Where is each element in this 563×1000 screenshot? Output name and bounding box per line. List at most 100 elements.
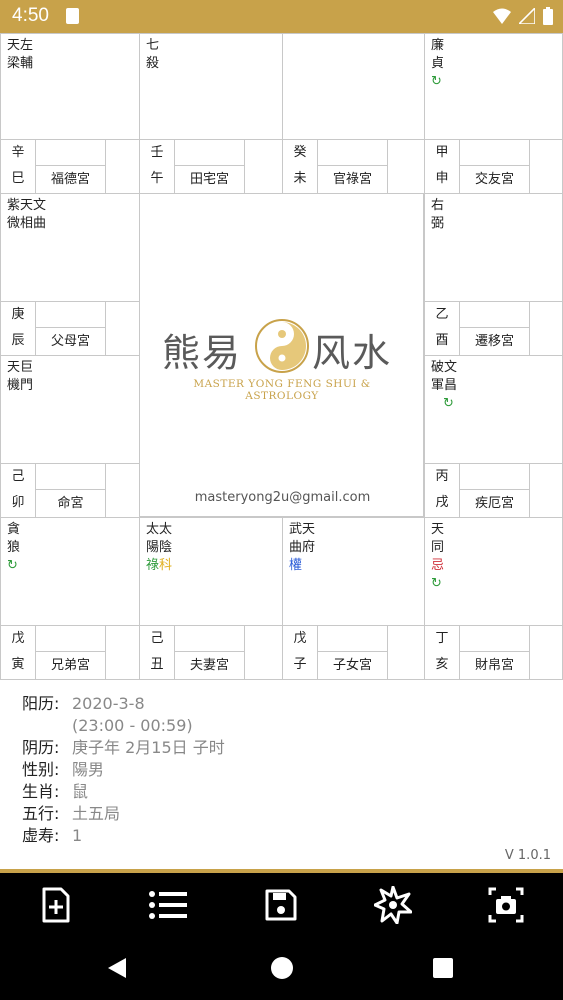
heavenly-stem: 戊	[293, 631, 307, 646]
stem-branch: 甲申	[425, 140, 460, 193]
earthly-branch: 亥	[435, 657, 449, 672]
refresh-icon[interactable]: ↻	[443, 396, 454, 411]
earthly-branch: 辰	[11, 333, 25, 348]
logo-text-left: 熊易	[162, 331, 243, 375]
signal-icon	[519, 8, 535, 24]
heavenly-stem: 癸	[293, 145, 307, 160]
palace-cell[interactable]: 七 殺壬午田宅宮	[139, 33, 283, 194]
refresh-icon[interactable]: ↻	[7, 558, 18, 573]
version-label: V 1.0.1	[504, 848, 551, 863]
info-value: 鼠	[72, 782, 89, 801]
info-value: 庚子年 2月15日 子时	[72, 738, 225, 757]
stem-branch: 丁亥	[425, 626, 460, 679]
palace-cell[interactable]: 天 同忌 ↻ 丁亥財帛宮	[424, 517, 563, 680]
info-label: 生肖:	[22, 782, 60, 801]
palace-footer: 辛巳福德宮	[1, 139, 139, 193]
palace-cell[interactable]: 癸未官祿宮	[282, 33, 425, 194]
palace-marks: 祿科	[146, 557, 172, 575]
palace-empty-slot	[36, 302, 106, 328]
screenshot-icon[interactable]	[486, 885, 526, 925]
logo-subtitle: MASTER YONG FENG SHUI & ASTROLOGY	[193, 378, 371, 402]
sd-card-icon	[66, 8, 79, 24]
palace-name: 夫妻宮	[175, 652, 245, 679]
palace-footer: 丁亥財帛宮	[425, 625, 562, 679]
contact-email[interactable]: masteryong2u@gmail.com	[140, 490, 425, 505]
info-value: 土五局	[72, 804, 121, 823]
palace-footer: 戊寅兄弟宮	[1, 625, 139, 679]
info-label	[22, 715, 72, 737]
palace-name: 財帛宮	[460, 652, 530, 679]
info-row: 阳历: 2020-3-8	[22, 693, 225, 715]
recents-icon[interactable]	[428, 953, 458, 983]
palace-empty-slot	[318, 626, 388, 652]
info-value: 1	[72, 826, 83, 845]
info-label: 性别:	[22, 760, 60, 779]
palace-name: 父母宮	[36, 328, 106, 355]
palace-marks: ↻	[443, 395, 454, 413]
transform-mark: 科	[159, 558, 173, 573]
chart-grid: 天左 梁輔辛巳福德宮七 殺壬午田宅宮癸未官祿宮廉 貞 ↻ 甲申交友宮 紫天文 微相曲庚…	[0, 33, 563, 680]
birth-info: 阳历: 2020-3-8 (23:00 - 00:59) 阴历: 庚子年 2月15日 子…	[22, 693, 225, 847]
star-burst-icon[interactable]	[373, 885, 413, 925]
palace-empty-slot	[460, 140, 530, 166]
heavenly-stem: 乙	[435, 307, 449, 322]
palace-cell[interactable]: 紫天文 微相曲庚辰父母宮	[0, 193, 140, 356]
palace-footer: 壬午田宅宮	[140, 139, 282, 193]
palace-empty-slot	[318, 140, 388, 166]
info-row: 性别: 陽男	[22, 759, 225, 781]
palace-name: 遷移宮	[460, 328, 530, 355]
earthly-branch: 巳	[11, 171, 25, 186]
refresh-icon[interactable]: ↻	[431, 74, 442, 89]
palace-name: 命宮	[36, 490, 106, 517]
stem-branch: 癸未	[283, 140, 318, 193]
palace-stars: 破文 軍昌	[431, 360, 458, 393]
transform-mark: 忌	[431, 558, 445, 573]
home-icon[interactable]	[267, 953, 297, 983]
palace-cell[interactable]: 天巨 機門己卯命宮	[0, 355, 140, 518]
palace-empty-slot	[36, 626, 106, 652]
palace-stars: 武天 曲府	[289, 522, 316, 555]
palace-stars: 右 弼	[431, 198, 445, 231]
yin-yang-logo-icon	[255, 319, 309, 373]
palace-footer: 庚辰父母宮	[1, 301, 139, 355]
info-value: (23:00 - 00:59)	[72, 716, 193, 735]
palace-name: 田宅宮	[175, 166, 245, 193]
palace-cell[interactable]: 廉 貞 ↻ 甲申交友宮	[424, 33, 563, 194]
palace-stars: 太太 陽陰	[146, 522, 173, 555]
palace-empty-slot	[460, 464, 530, 490]
palace-footer: 己丑夫妻宮	[140, 625, 282, 679]
palace-footer: 乙酉遷移宮	[425, 301, 562, 355]
palace-name: 子女宮	[318, 652, 388, 679]
palace-name: 兄弟宮	[36, 652, 106, 679]
palace-empty-slot	[36, 464, 106, 490]
info-row: (23:00 - 00:59)	[22, 715, 225, 737]
palace-marks: ↻	[431, 73, 442, 91]
palace-cell[interactable]: 太太 陽陰祿科己丑夫妻宮	[139, 517, 283, 680]
brand-logo: 熊易 风水 MASTER YONG FENG SHUI & ASTROLOGY	[162, 319, 402, 402]
new-file-icon[interactable]	[36, 885, 76, 925]
stem-branch: 乙酉	[425, 302, 460, 355]
heavenly-stem: 己	[11, 469, 25, 484]
palace-cell[interactable]: 天左 梁輔辛巳福德宮	[0, 33, 140, 194]
heavenly-stem: 甲	[435, 145, 449, 160]
stem-branch: 己卯	[1, 464, 36, 517]
back-icon[interactable]	[102, 953, 132, 983]
info-value: 陽男	[72, 760, 105, 779]
save-icon[interactable]	[261, 885, 301, 925]
palace-name: 交友宮	[460, 166, 530, 193]
list-icon[interactable]	[148, 885, 188, 925]
heavenly-stem: 戊	[11, 631, 25, 646]
refresh-icon[interactable]: ↻	[431, 575, 444, 593]
heavenly-stem: 丙	[435, 469, 449, 484]
palace-cell[interactable]: 貪 狼 ↻ 戊寅兄弟宮	[0, 517, 140, 680]
palace-cell[interactable]: 右 弼乙酉遷移宮	[424, 193, 563, 356]
status-time: 4:50	[12, 5, 49, 26]
palace-cell[interactable]: 武天 曲府權戊子子女宮	[282, 517, 425, 680]
earthly-branch: 未	[293, 171, 307, 186]
palace-name: 官祿宮	[318, 166, 388, 193]
bottom-toolbar	[0, 869, 563, 935]
palace-stars: 天 同	[431, 522, 445, 555]
palace-cell[interactable]: 破文 軍昌 ↻ 丙戌疾厄宮	[424, 355, 563, 518]
transform-mark: 權	[289, 558, 303, 573]
palace-empty-slot	[175, 626, 245, 652]
